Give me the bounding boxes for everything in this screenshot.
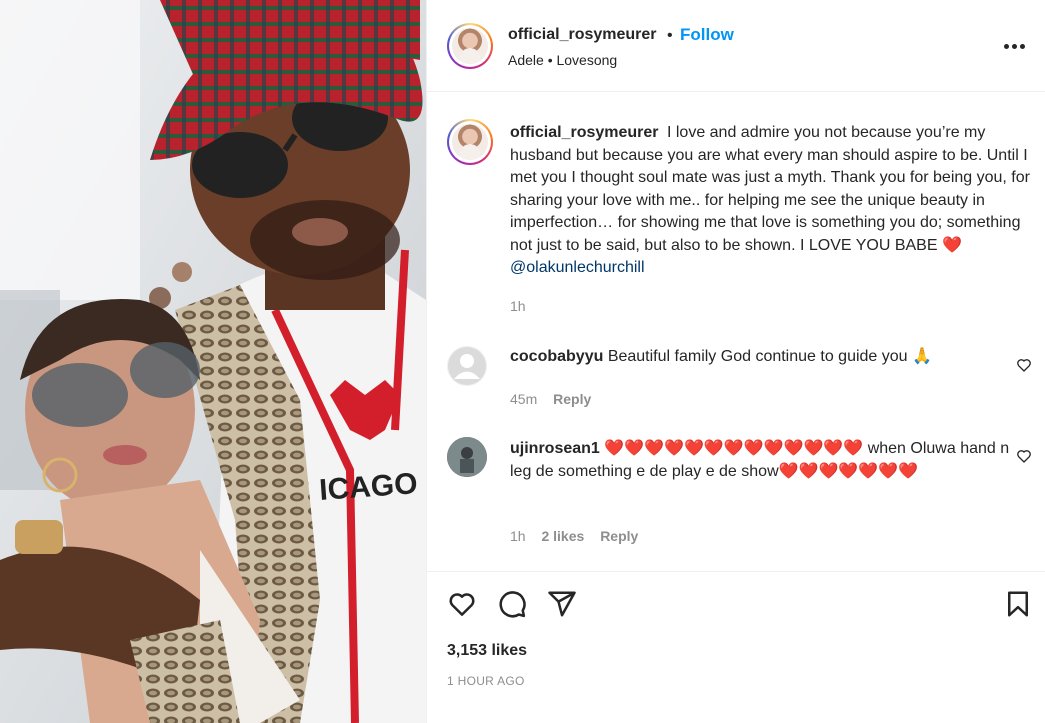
comment-icon[interactable] — [497, 589, 527, 619]
comment-meta: 45m Reply — [510, 391, 591, 407]
reply-button[interactable]: Reply — [553, 391, 591, 407]
post-time[interactable]: 1 HOUR AGO — [447, 674, 525, 688]
comment-username[interactable]: cocobabyyu — [510, 348, 603, 365]
photo-illustration: ICAGO — [0, 0, 426, 723]
avatar-photo — [447, 437, 487, 477]
post-caption: official_rosymeurer I love and admire yo… — [510, 122, 1030, 280]
comment-username[interactable]: ujinrosean1 — [510, 440, 600, 457]
likes-count[interactable]: 3,153 likes — [447, 642, 527, 660]
comment-like-heart-icon[interactable] — [1016, 357, 1032, 373]
audio-label[interactable]: Adele • Lovesong — [508, 52, 617, 68]
header-separator: • — [667, 27, 673, 44]
comment-likes[interactable]: 2 likes — [541, 528, 584, 544]
follow-button[interactable]: Follow — [680, 25, 734, 45]
comment-time[interactable]: 45m — [510, 391, 537, 407]
comment-avatar[interactable] — [447, 346, 487, 386]
caption-mention[interactable]: @olakunlechurchill — [510, 259, 645, 276]
caption-heart: ❤️ — [941, 236, 962, 254]
post-actions: 3,153 likes 1 HOUR AGO — [427, 571, 1045, 723]
comment-time[interactable]: 1h — [510, 528, 526, 544]
comment-text: Beautiful family God continue to guide y… — [607, 348, 932, 365]
comment-like-heart-icon[interactable] — [1016, 448, 1032, 464]
more-icon[interactable] — [1004, 44, 1026, 50]
post-header: official_rosymeurer • Follow Adele • Lov… — [427, 0, 1045, 92]
share-icon[interactable] — [547, 589, 577, 619]
reply-button[interactable]: Reply — [600, 528, 638, 544]
author-username[interactable]: official_rosymeurer — [508, 26, 657, 44]
default-avatar-icon — [448, 347, 486, 385]
comment-meta: 1h 2 likes Reply — [510, 528, 638, 544]
comment-avatar[interactable] — [447, 437, 487, 477]
caption-text: I love and admire you not because you’re… — [510, 124, 1030, 254]
caption-author-avatar[interactable] — [447, 119, 493, 165]
svg-text:ICAGO: ICAGO — [318, 467, 418, 507]
author-avatar[interactable] — [447, 23, 493, 69]
post-photo[interactable]: ICAGO — [0, 0, 426, 723]
caption-username[interactable]: official_rosymeurer — [510, 124, 659, 141]
heart-icon[interactable] — [447, 589, 477, 619]
bookmark-icon[interactable] — [1003, 589, 1033, 619]
comment-item: cocobabyyu Beautiful family God continue… — [510, 346, 1010, 369]
caption-timestamp[interactable]: 1h — [510, 298, 526, 314]
comment-item: ujinrosean1 ❤️❤️❤️❤️❤️❤️❤️❤️❤️❤️❤️❤️❤️ w… — [510, 438, 1010, 483]
post-detail-panel: official_rosymeurer • Follow Adele • Lov… — [426, 0, 1045, 723]
